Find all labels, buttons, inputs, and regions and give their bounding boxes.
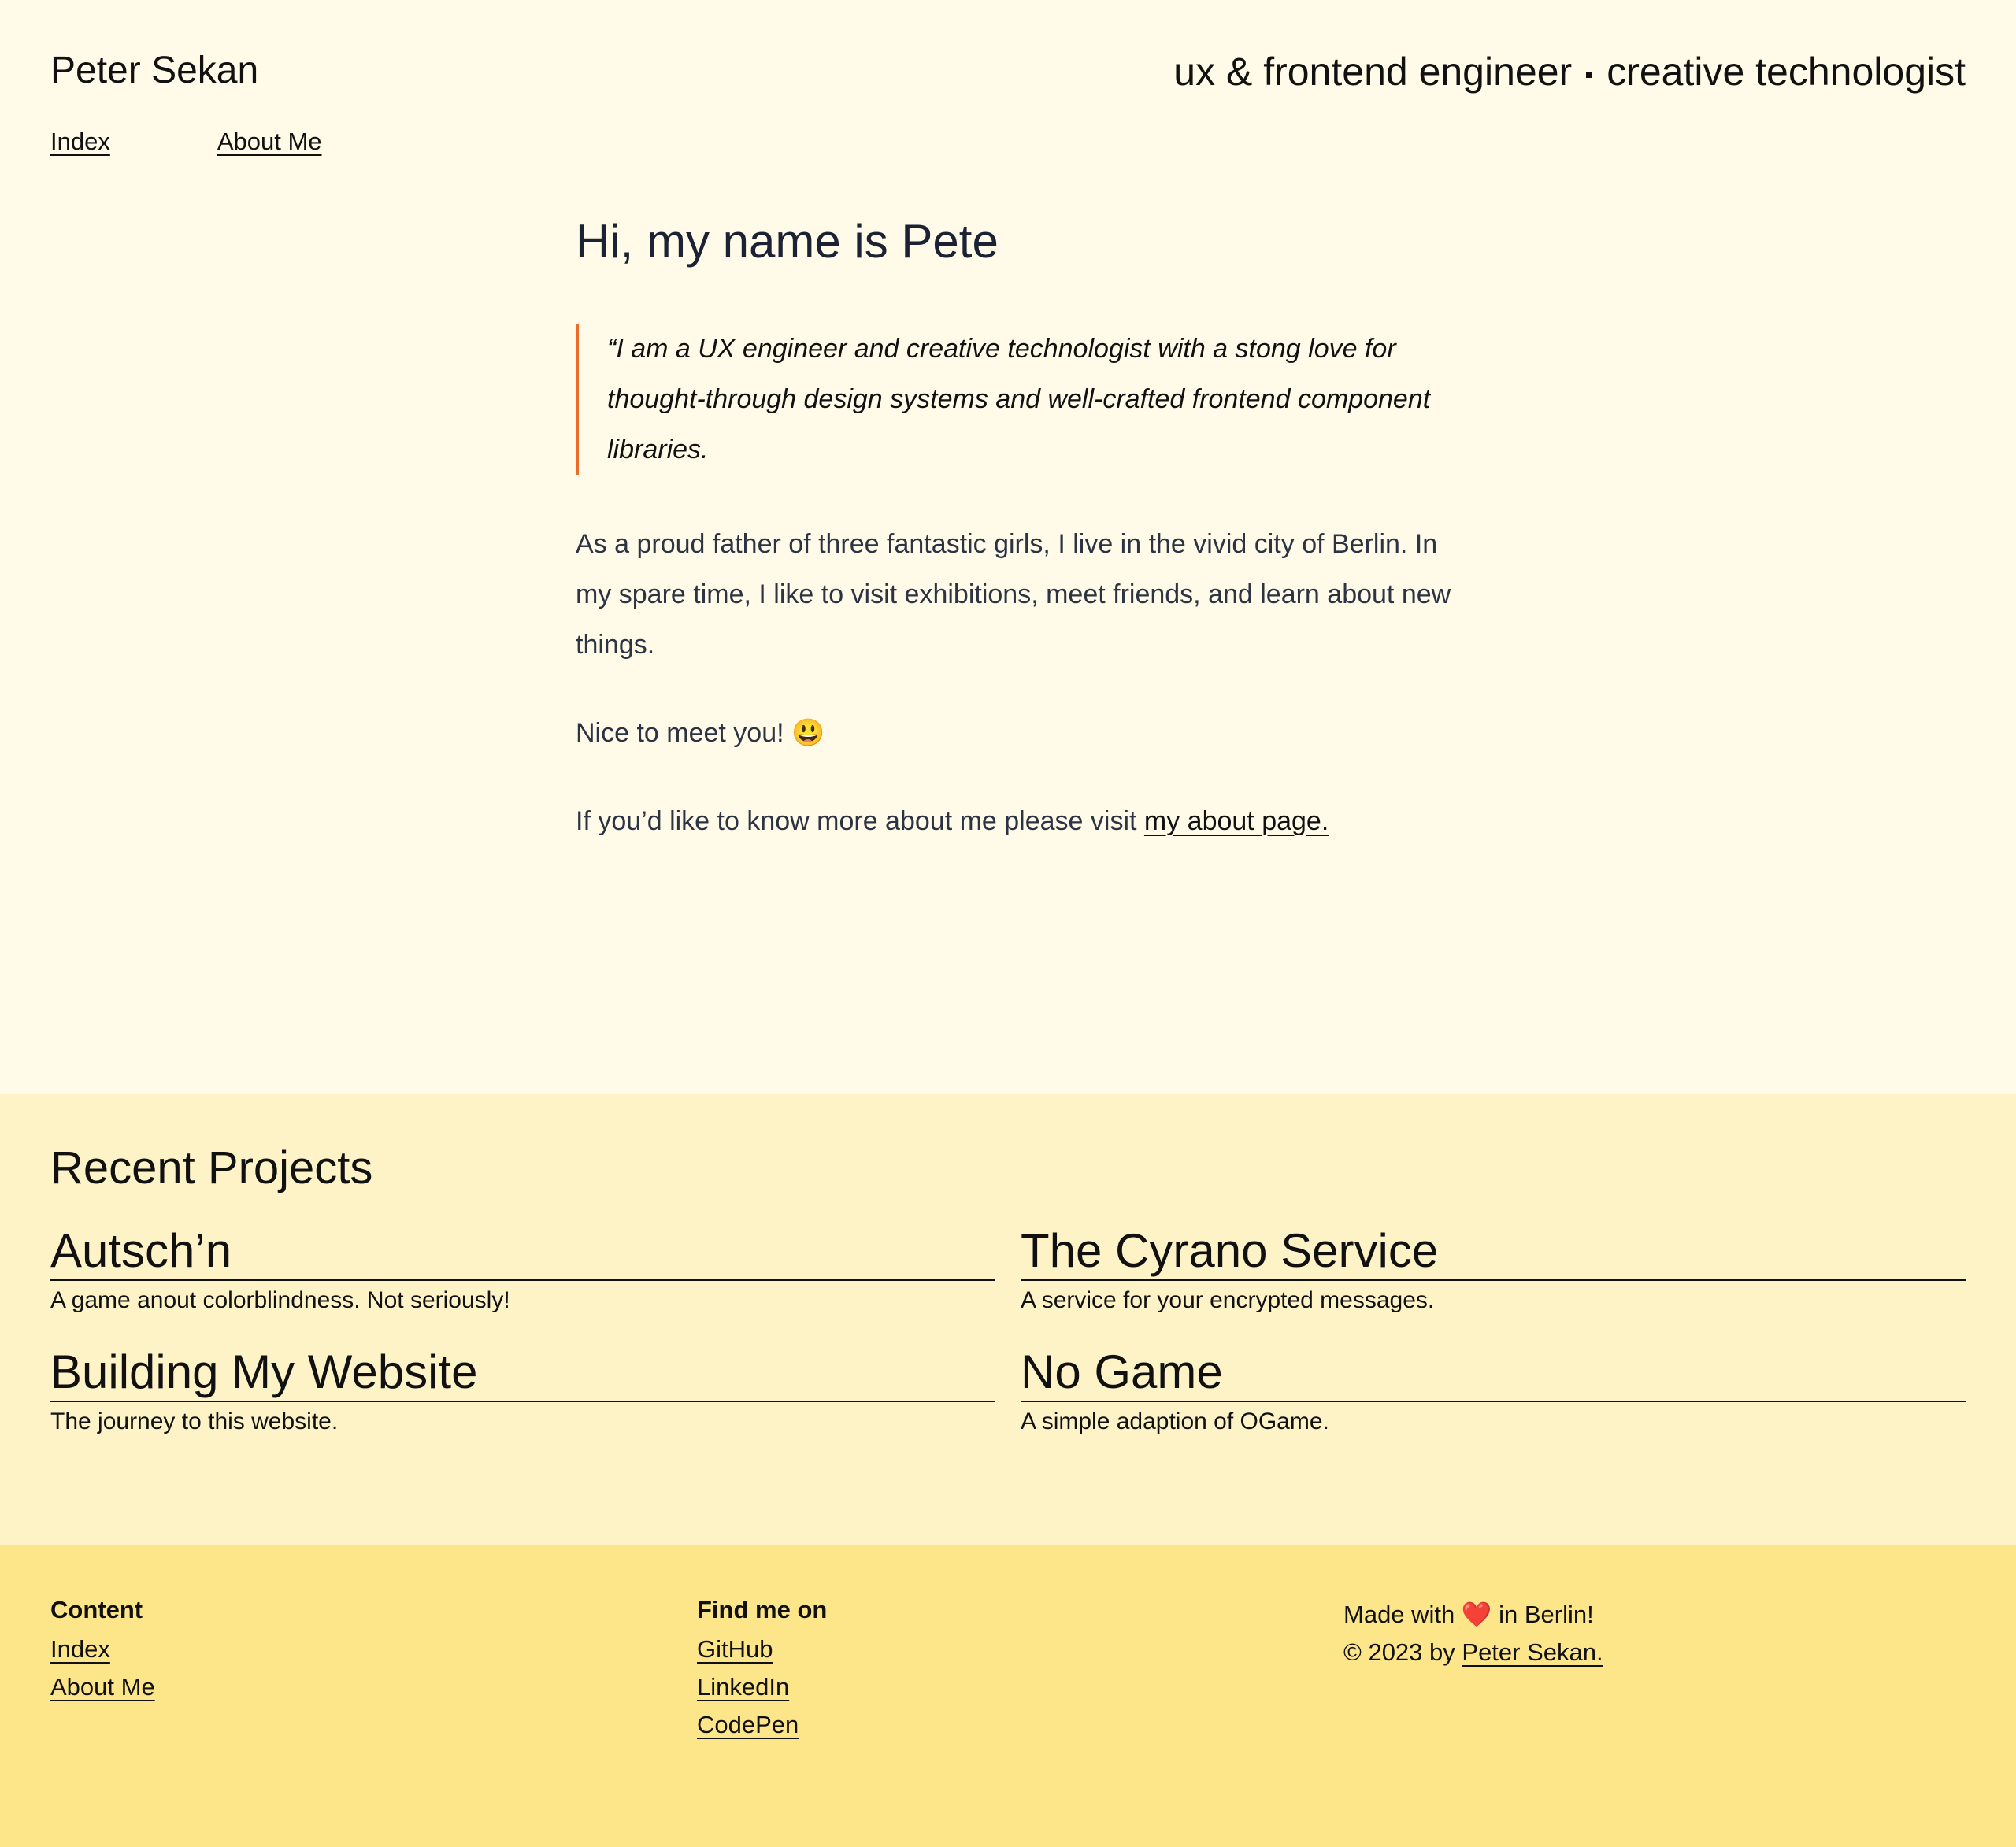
footer-link-github[interactable]: GitHub bbox=[697, 1635, 773, 1663]
footer-social-links: GitHub LinkedIn CodePen bbox=[697, 1630, 1343, 1744]
project-title[interactable]: Building My Website bbox=[50, 1345, 995, 1402]
footer-credits-column: Made with ❤️ in Berlin! © 2023 by Peter … bbox=[1343, 1596, 1990, 1847]
project-description: A service for your encrypted messages. bbox=[1021, 1287, 1435, 1313]
project-card[interactable]: No Game A simple adaption of OGame. bbox=[1021, 1345, 1966, 1435]
footer-content-title: Content bbox=[50, 1596, 143, 1623]
projects-grid: Autsch’n A game anout colorblindness. No… bbox=[50, 1224, 1966, 1435]
project-title[interactable]: No Game bbox=[1021, 1345, 1966, 1402]
footer-content-column: Content Index About Me bbox=[50, 1596, 697, 1847]
made-prefix: Made with bbox=[1343, 1601, 1462, 1628]
list-item: Index bbox=[50, 1630, 697, 1668]
nav-link-about-me[interactable]: About Me bbox=[217, 128, 322, 156]
page-top: Peter Sekan ux & frontend engineer creati… bbox=[0, 0, 2016, 1094]
intro-paragraph: As a proud father of three fantastic gir… bbox=[576, 529, 1451, 660]
separator-dot-icon bbox=[1586, 71, 1593, 78]
copyright: © 2023 by Peter Sekan. bbox=[1343, 1634, 1990, 1671]
footer-link-linkedin[interactable]: LinkedIn bbox=[697, 1673, 789, 1701]
greeting-paragraph: Nice to meet you! 😃 bbox=[576, 718, 825, 748]
heart-icon: ❤️ bbox=[1461, 1601, 1492, 1628]
recent-projects-title: Recent Projects bbox=[50, 1142, 373, 1194]
project-card[interactable]: The Cyrano Service A service for your en… bbox=[1021, 1224, 1966, 1314]
project-card[interactable]: Building My Website The journey to this … bbox=[50, 1345, 995, 1435]
list-item: GitHub bbox=[697, 1630, 1343, 1668]
project-description: A simple adaption of OGame. bbox=[1021, 1408, 1329, 1434]
footer-content-links: Index About Me bbox=[50, 1630, 697, 1706]
intro-heading: Hi, my name is Pete bbox=[576, 215, 999, 268]
tagline: ux & frontend engineer creative technolog… bbox=[1173, 49, 1966, 94]
footer-link-codepen[interactable]: CodePen bbox=[697, 1711, 799, 1738]
copyright-author-link[interactable]: Peter Sekan. bbox=[1462, 1638, 1603, 1666]
about-paragraph: If you’d like to know more about me plea… bbox=[576, 796, 1458, 846]
made-suffix: in Berlin! bbox=[1492, 1601, 1594, 1628]
footer-link-about-me[interactable]: About Me bbox=[50, 1673, 155, 1701]
site-name[interactable]: Peter Sekan bbox=[50, 49, 258, 92]
copyright-text: © 2023 by bbox=[1343, 1638, 1462, 1666]
list-item: CodePen bbox=[697, 1706, 1343, 1744]
recent-projects-section: Recent Projects Autsch’n A game anout co… bbox=[0, 1094, 2016, 1545]
tagline-role-secondary: creative technologist bbox=[1606, 50, 1966, 94]
list-item: LinkedIn bbox=[697, 1668, 1343, 1706]
nav-link-index[interactable]: Index bbox=[50, 128, 110, 156]
footer-link-index[interactable]: Index bbox=[50, 1635, 110, 1663]
project-title[interactable]: The Cyrano Service bbox=[1021, 1224, 1966, 1281]
about-page-link[interactable]: my about page. bbox=[1144, 806, 1329, 836]
site-footer: Content Index About Me Find me on GitHub… bbox=[0, 1545, 2016, 1847]
footer-find-me-column: Find me on GitHub LinkedIn CodePen bbox=[697, 1596, 1343, 1847]
intro-quote: “I am a UX engineer and creative technol… bbox=[576, 324, 1458, 475]
project-title[interactable]: Autsch’n bbox=[50, 1224, 995, 1281]
tagline-role: ux & frontend engineer bbox=[1173, 50, 1573, 94]
intro-section: Hi, my name is Pete “I am a UX engineer … bbox=[576, 214, 1458, 884]
project-description: The journey to this website. bbox=[50, 1408, 339, 1434]
about-paragraph-text: If you’d like to know more about me plea… bbox=[576, 806, 1144, 836]
footer-find-me-title: Find me on bbox=[697, 1596, 828, 1623]
made-in-berlin: Made with ❤️ in Berlin! bbox=[1343, 1596, 1990, 1634]
top-nav: Index About Me bbox=[50, 128, 322, 156]
list-item: About Me bbox=[50, 1668, 697, 1706]
project-card[interactable]: Autsch’n A game anout colorblindness. No… bbox=[50, 1224, 995, 1314]
project-description: A game anout colorblindness. Not serious… bbox=[50, 1287, 510, 1313]
